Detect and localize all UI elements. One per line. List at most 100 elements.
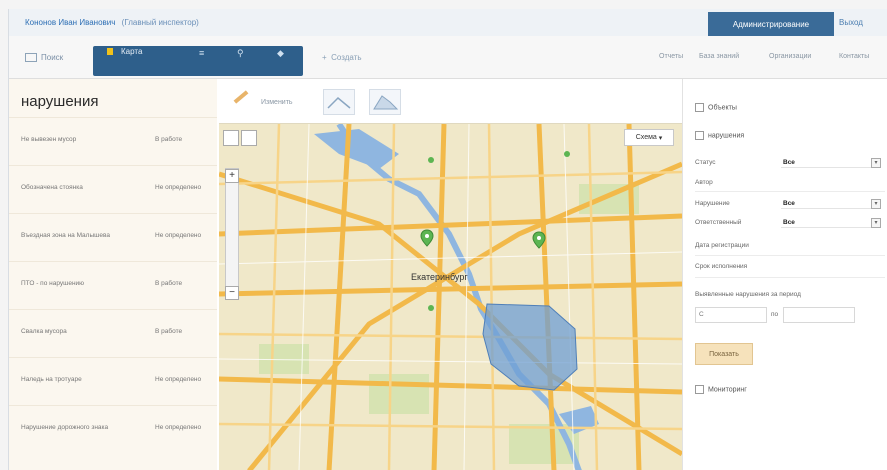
zoom-out-button[interactable]: − xyxy=(225,286,239,300)
list-item[interactable]: Нарушение дорожного знака Не определено xyxy=(9,405,217,454)
road xyxy=(326,124,352,470)
poi-dot xyxy=(428,157,434,163)
divider xyxy=(695,277,885,278)
item-name: ПТО - по нарушению xyxy=(21,280,85,287)
checkbox-box[interactable] xyxy=(695,103,704,112)
list-item[interactable]: ПТО - по нарушению В работе xyxy=(9,261,217,310)
exit-link[interactable]: Выход xyxy=(839,18,863,27)
filter-panel: Объекты нарушения Статус Все ▾ Автор Нар… xyxy=(682,79,887,470)
plus-icon: + xyxy=(322,53,332,62)
list-item[interactable]: Наледь на тротуаре Не определено xyxy=(9,357,217,406)
responsible-value: Все xyxy=(783,219,795,226)
responsible-label: Ответственный xyxy=(695,219,742,226)
period-from-label: С xyxy=(699,311,704,318)
deadline-label: Срок исполнения xyxy=(695,263,748,270)
road xyxy=(219,170,682,186)
layers-icon[interactable]: ◆ xyxy=(277,48,284,59)
flag-icon xyxy=(107,48,113,56)
admin-button[interactable]: Администрирование xyxy=(708,12,834,36)
checkbox-box[interactable] xyxy=(695,385,704,394)
map-type-select[interactable]: Схема ▾ xyxy=(624,129,674,146)
zoom-slider[interactable]: + − xyxy=(225,168,239,300)
poi-dot xyxy=(564,151,570,157)
list-icon[interactable]: ≡ xyxy=(199,48,204,58)
checkbox-box[interactable] xyxy=(695,131,704,140)
violations-checkbox[interactable]: нарушения xyxy=(695,131,744,140)
nav-contacts[interactable]: Контакты xyxy=(839,53,869,60)
status-value: Все xyxy=(783,159,795,166)
item-name: Не вывезен мусор xyxy=(21,136,77,143)
zoom-icon[interactable]: ⚲ xyxy=(237,48,244,59)
zoom-in-button[interactable]: + xyxy=(225,169,239,183)
show-button[interactable]: Показать xyxy=(695,343,753,365)
main-toolbar: Поиск Карта ≡ ⚲ ◆ + Создать Отчеты База … xyxy=(9,36,887,79)
chevron-down-icon[interactable]: ▾ xyxy=(871,199,881,209)
chevron-down-icon[interactable]: ▾ xyxy=(871,158,881,168)
park-area xyxy=(369,374,429,414)
create-button[interactable]: + Создать xyxy=(322,53,362,62)
map-tab[interactable]: Карта xyxy=(107,47,142,56)
nav-organizations[interactable]: Организации xyxy=(769,53,811,60)
violation-type-label: Нарушение xyxy=(695,200,730,207)
map-ruler-control[interactable] xyxy=(241,130,257,146)
item-status: Не определено xyxy=(155,232,202,239)
list-item[interactable]: Обозначена стоянка Не определено xyxy=(9,165,217,214)
map-tab-label: Карта xyxy=(121,47,143,56)
period-label: Выявленные нарушения за период xyxy=(695,291,801,298)
list-item[interactable]: Не вывезен мусор В работе xyxy=(9,117,217,166)
map-type-label: Схема xyxy=(635,134,657,141)
violation-type-value: Все xyxy=(783,200,795,207)
violation-type-select[interactable] xyxy=(781,196,877,209)
list-item[interactable]: Свалка мусора В работе xyxy=(9,309,217,358)
author-label: Автор xyxy=(695,179,713,186)
road xyxy=(431,124,447,470)
list-title: нарушения xyxy=(21,93,99,110)
divider xyxy=(695,191,885,192)
item-status: В работе xyxy=(155,280,183,287)
chevron-down-icon[interactable]: ▾ xyxy=(871,218,881,228)
period-to-label: по xyxy=(771,311,779,318)
item-status: В работе xyxy=(155,136,183,143)
item-status: Не определено xyxy=(155,376,202,383)
road xyxy=(219,376,682,395)
line-shape-icon xyxy=(327,96,351,109)
edit-tool[interactable]: Изменить xyxy=(261,99,293,106)
top-header: Кононов Иван Иванович (Главный инспектор… xyxy=(9,9,887,37)
period-to-input[interactable] xyxy=(783,307,855,323)
app-window: Кононов Иван Иванович (Главный инспектор… xyxy=(8,9,887,470)
item-name: Въездная зона на Малышева xyxy=(21,232,110,239)
city-map[interactable]: + − Схема ▾ Екатеринбург xyxy=(219,123,682,470)
city-label: Екатеринбург xyxy=(411,272,468,282)
draw-line-button[interactable] xyxy=(323,89,355,115)
list-item[interactable]: Въездная зона на Малышева Не определено xyxy=(9,213,217,262)
nav-knowledge-base[interactable]: База знаний xyxy=(699,53,739,60)
pencil-icon[interactable] xyxy=(233,90,249,104)
road xyxy=(219,332,682,341)
road xyxy=(267,124,281,470)
search-icon xyxy=(25,53,37,63)
status-label: Статус xyxy=(695,159,716,166)
nav-reports[interactable]: Отчеты xyxy=(659,53,683,60)
item-name: Свалка мусора xyxy=(21,328,67,335)
objects-label: Объекты xyxy=(708,104,737,112)
map-pan-control[interactable] xyxy=(223,130,239,146)
create-label: Создать xyxy=(331,53,362,62)
violations-label: нарушения xyxy=(708,132,745,140)
map-tools-bar: Изменить xyxy=(217,79,682,123)
user-info: Кононов Иван Иванович (Главный инспектор… xyxy=(25,18,199,27)
item-status: Не определено xyxy=(155,424,202,431)
street xyxy=(298,124,310,470)
period-from-input[interactable]: С xyxy=(695,307,767,323)
monitoring-label: Мониторинг xyxy=(708,386,747,394)
objects-checkbox[interactable]: Объекты xyxy=(695,103,737,112)
draw-polygon-button[interactable] xyxy=(369,89,401,115)
responsible-select[interactable] xyxy=(781,215,877,228)
pond xyxy=(314,129,399,169)
monitoring-checkbox[interactable]: Мониторинг xyxy=(695,385,747,394)
chevron-down-icon: ▾ xyxy=(658,134,663,142)
search-label: Поиск xyxy=(41,53,64,62)
user-role-link[interactable]: (Главный инспектор) xyxy=(122,18,199,27)
search-button[interactable]: Поиск xyxy=(25,53,64,63)
status-select[interactable] xyxy=(781,155,877,168)
road xyxy=(626,124,642,470)
